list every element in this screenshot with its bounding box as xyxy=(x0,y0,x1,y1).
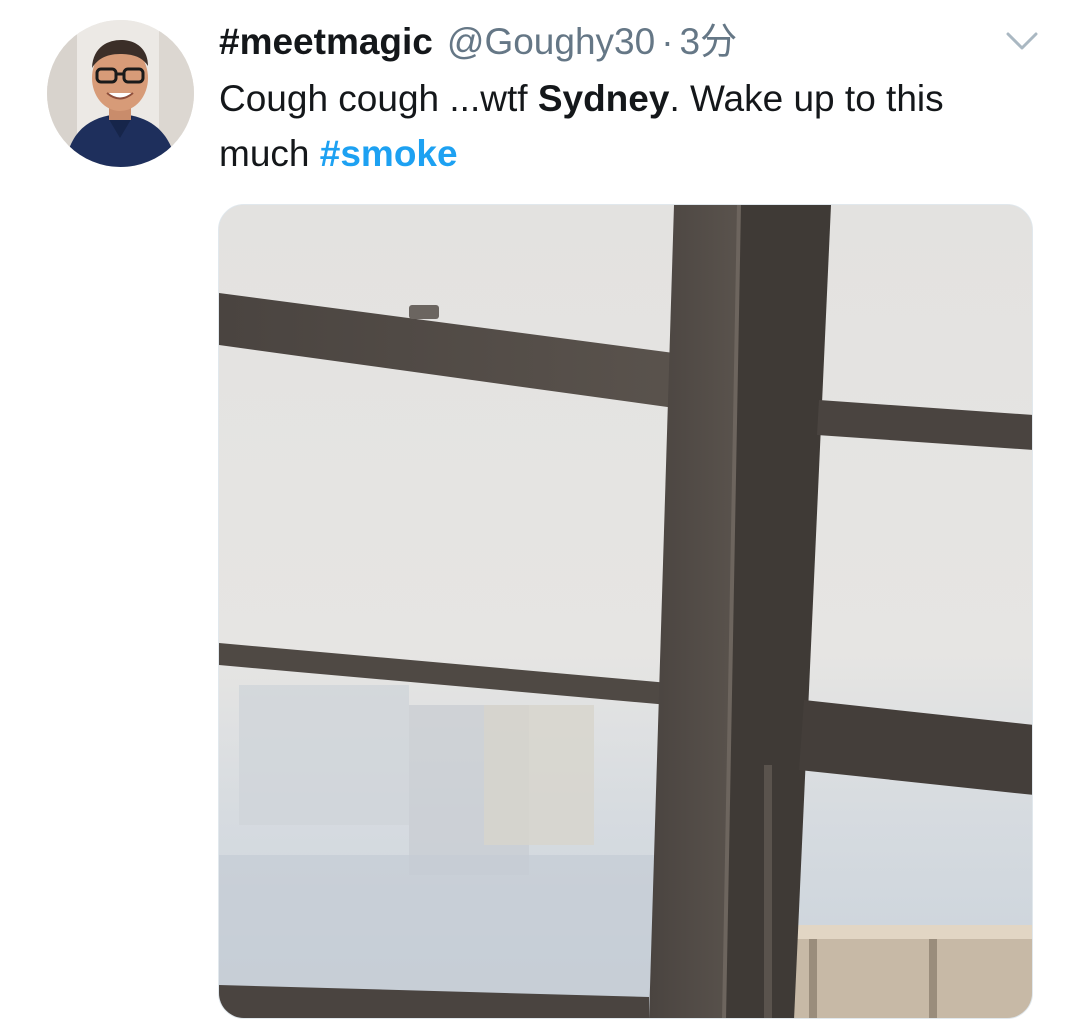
avatar[interactable] xyxy=(47,20,194,167)
tweet-card[interactable]: #meetmagic @Goughy30 · 3分 Cough cough ..… xyxy=(0,0,1080,1034)
tweet-header: #meetmagic @Goughy30 · 3分 xyxy=(219,14,737,70)
tweet-media-photo[interactable] xyxy=(218,204,1033,1019)
separator-dot: · xyxy=(661,21,674,62)
user-handle[interactable]: @Goughy30 xyxy=(447,14,655,70)
timestamp[interactable]: 3分 xyxy=(680,14,738,70)
hashtag-link[interactable]: #smoke xyxy=(320,133,458,174)
display-name[interactable]: #meetmagic xyxy=(219,14,433,70)
tweet-text: Cough cough ...wtf Sydney. Wake up to th… xyxy=(219,71,1039,181)
chevron-down-icon[interactable] xyxy=(1003,27,1041,55)
tweet-text-part1: Cough cough ...wtf xyxy=(219,78,538,119)
tweet-text-bold: Sydney xyxy=(537,78,670,119)
